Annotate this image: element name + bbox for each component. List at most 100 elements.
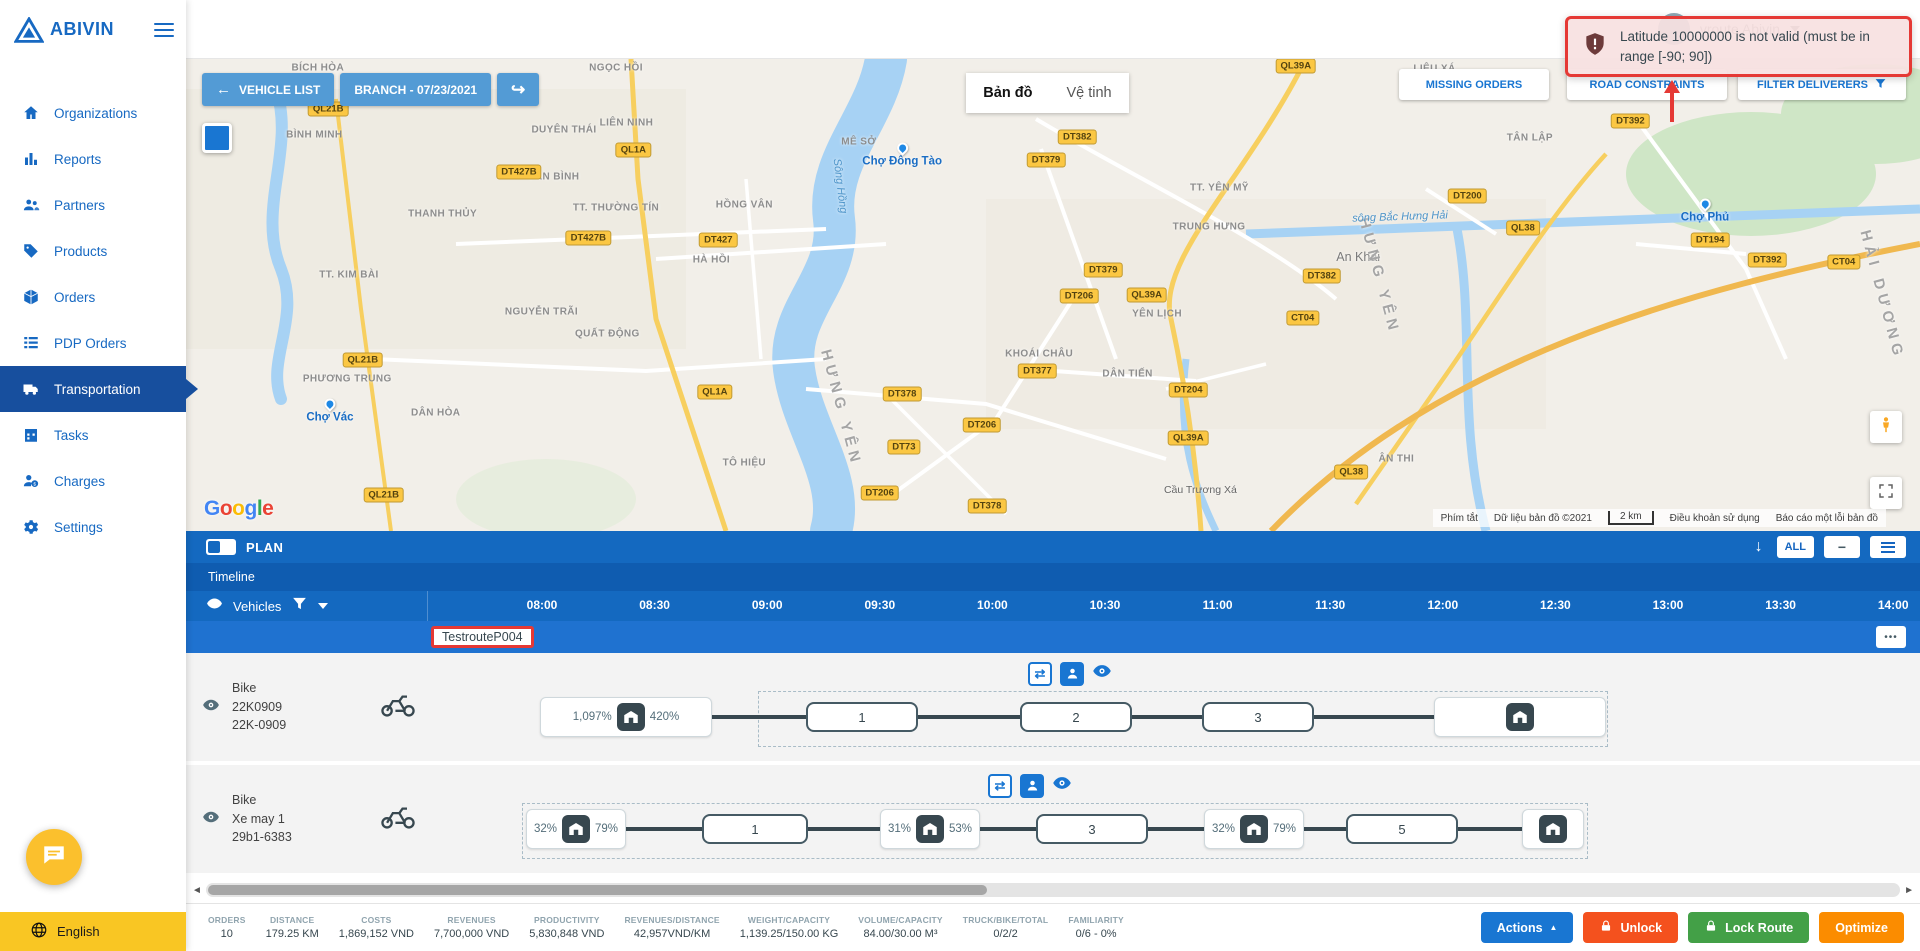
satellite-view-button[interactable]: Vệ tinh xyxy=(1049,73,1129,113)
stats-footer: ORDERS 10 DISTANCE 179.25 KM COSTS 1,869,152 … xyxy=(186,903,1920,951)
route-stop[interactable]: 2 xyxy=(1020,702,1132,732)
map-label: DT206 xyxy=(962,417,1002,433)
forward-arrow-icon: ↪ xyxy=(510,79,526,99)
sidebar-item-pdp-orders[interactable]: PDP Orders xyxy=(0,320,186,366)
swap-route-button[interactable]: ⇄ xyxy=(1028,661,1052,686)
map-label: Cầu Trương Xá xyxy=(1163,483,1237,496)
chat-button[interactable] xyxy=(26,829,82,885)
scrollbar-track[interactable] xyxy=(205,883,1901,897)
route-stop[interactable]: 1 xyxy=(702,814,808,844)
sidebar-item-label: Tasks xyxy=(54,427,89,443)
terms-link[interactable]: Điều khoản sử dụng xyxy=(1670,513,1760,524)
list-view-button[interactable] xyxy=(1870,536,1906,558)
map-label: DT427 xyxy=(699,232,738,248)
scroll-left-arrow[interactable]: ◄ xyxy=(192,885,202,896)
assign-driver-button[interactable] xyxy=(1060,661,1084,686)
funnel-icon xyxy=(1874,77,1887,93)
map-label: TÔ HIỆU xyxy=(722,457,767,469)
route-depot[interactable]: 32% 79% xyxy=(1204,809,1304,849)
tasks-icon xyxy=(22,426,40,444)
keyboard-shortcuts-link[interactable]: Phím tắt xyxy=(1441,513,1478,524)
plan-panel: PLAN ↓ ALL − Timeline Vehicles 08:00 08:3… xyxy=(186,531,1920,903)
route-depot[interactable]: 1,097% 420% xyxy=(540,697,712,737)
map-label: DT194 xyxy=(1690,232,1730,248)
map-label: QL21B xyxy=(363,487,404,503)
scroll-right-arrow[interactable]: ► xyxy=(1904,885,1914,896)
map-label: HẢI DƯƠNG xyxy=(1856,228,1908,362)
optimize-button[interactable]: Optimize xyxy=(1819,912,1904,943)
abivin-logo-icon xyxy=(13,15,45,43)
sidebar-item-organizations[interactable]: Organizations xyxy=(0,90,186,136)
load-percent: 32% xyxy=(533,823,557,835)
map-label: DT379 xyxy=(1084,262,1123,278)
download-icon[interactable]: ↓ xyxy=(1755,538,1763,556)
route-depot-end[interactable] xyxy=(1434,697,1606,737)
route-stop[interactable]: 1 xyxy=(806,702,918,732)
warehouse-icon xyxy=(616,703,645,731)
swap-route-button[interactable]: ⇄ xyxy=(988,773,1012,798)
lock-route-button[interactable]: Lock Route xyxy=(1688,912,1810,943)
map-type-switcher: Bản đồ Vệ tinh xyxy=(966,73,1129,113)
sidebar-item-partners[interactable]: Partners xyxy=(0,182,186,228)
eye-icon xyxy=(202,696,220,719)
map[interactable]: BÍCH HÒA NGỌC HỒI BÌNH MINH DUYÊN THÁI LIÊN … xyxy=(186,59,1920,531)
pegman-button[interactable] xyxy=(1870,411,1902,443)
draw-tool-button[interactable] xyxy=(202,123,232,153)
fullscreen-button[interactable] xyxy=(1870,477,1902,509)
sidebar-item-settings[interactable]: Settings xyxy=(0,504,186,550)
sidebar-item-orders[interactable]: Orders xyxy=(0,274,186,320)
sidebar-item-label: Orders xyxy=(54,289,96,305)
sidebar-item-charges[interactable]: $ Charges xyxy=(0,458,186,504)
assign-driver-button[interactable] xyxy=(1020,773,1044,798)
all-button[interactable]: ALL xyxy=(1776,536,1814,558)
view-route-icon[interactable] xyxy=(1052,773,1072,798)
sidebar-item-transportation[interactable]: Transportation xyxy=(0,366,198,412)
map-label: QL38 xyxy=(1506,220,1540,236)
sidebar-item-tasks[interactable]: Tasks xyxy=(0,412,186,458)
unlock-button[interactable]: Unlock xyxy=(1583,912,1679,943)
vehicle-list-button[interactable]: ← VEHICLE LIST xyxy=(202,73,335,106)
load-percent: 79% xyxy=(1273,823,1297,835)
route-depot[interactable]: 31% 53% xyxy=(880,809,980,849)
route-stop[interactable]: 5 xyxy=(1346,814,1458,844)
route-depot-end[interactable] xyxy=(1522,809,1584,849)
actions-button[interactable]: Actions ▲ xyxy=(1480,912,1574,943)
time-label: 12:00 xyxy=(1427,598,1459,612)
app: ABIVIN Organizations Reports Partners Produ… xyxy=(0,0,1920,951)
map-label: QL39A xyxy=(1126,287,1167,303)
chevron-down-icon[interactable] xyxy=(318,603,329,609)
stat-weight-capacity: WEIGHT/CAPACITY 1,139.25/150.00 KG xyxy=(739,915,839,940)
transportation-icon xyxy=(22,380,40,398)
time-label: 11:00 xyxy=(1202,598,1233,612)
route-stop[interactable]: 3 xyxy=(1202,702,1314,732)
map-label: DT206 xyxy=(1059,288,1099,304)
sidebar-item-label: Transportation xyxy=(54,381,141,397)
route-name: TestrouteP004 xyxy=(442,630,523,644)
partners-icon xyxy=(22,196,40,214)
route-name-chip[interactable]: TestrouteP004 xyxy=(431,626,534,648)
toggle-all-visibility-icon[interactable] xyxy=(206,595,223,617)
map-label: LIÊN NINH xyxy=(599,117,654,129)
route-depot[interactable]: 32% 79% xyxy=(526,809,626,849)
lock-icon xyxy=(1599,919,1613,936)
map-label: DT206 xyxy=(860,485,899,501)
route-stop[interactable]: 3 xyxy=(1036,814,1148,844)
collapse-button[interactable]: − xyxy=(1824,536,1860,558)
report-error-link[interactable]: Báo cáo một lỗi bản đồ xyxy=(1776,513,1878,524)
route-options-button[interactable]: ••• xyxy=(1876,626,1906,648)
map-view-button[interactable]: Bản đồ xyxy=(966,73,1050,113)
language-selector[interactable]: English xyxy=(0,912,186,951)
horizontal-scrollbar: ◄ ► xyxy=(186,877,1920,903)
branch-date-button[interactable]: BRANCH - 07/23/2021 xyxy=(340,73,492,106)
next-branch-button[interactable]: ↪ xyxy=(497,73,540,106)
sidebar-item-products[interactable]: Products xyxy=(0,228,186,274)
missing-orders-button[interactable]: MISSING ORDERS xyxy=(1399,69,1549,100)
plan-toggle[interactable] xyxy=(206,539,236,555)
vehicles-filter-icon[interactable] xyxy=(291,595,308,617)
map-label: DT427B xyxy=(565,230,611,246)
view-route-icon[interactable] xyxy=(1092,661,1112,686)
scrollbar-thumb[interactable] xyxy=(207,885,988,895)
sidebar-item-reports[interactable]: Reports xyxy=(0,136,186,182)
menu-toggle-icon[interactable] xyxy=(154,19,174,41)
market-pin-icon xyxy=(894,140,910,156)
